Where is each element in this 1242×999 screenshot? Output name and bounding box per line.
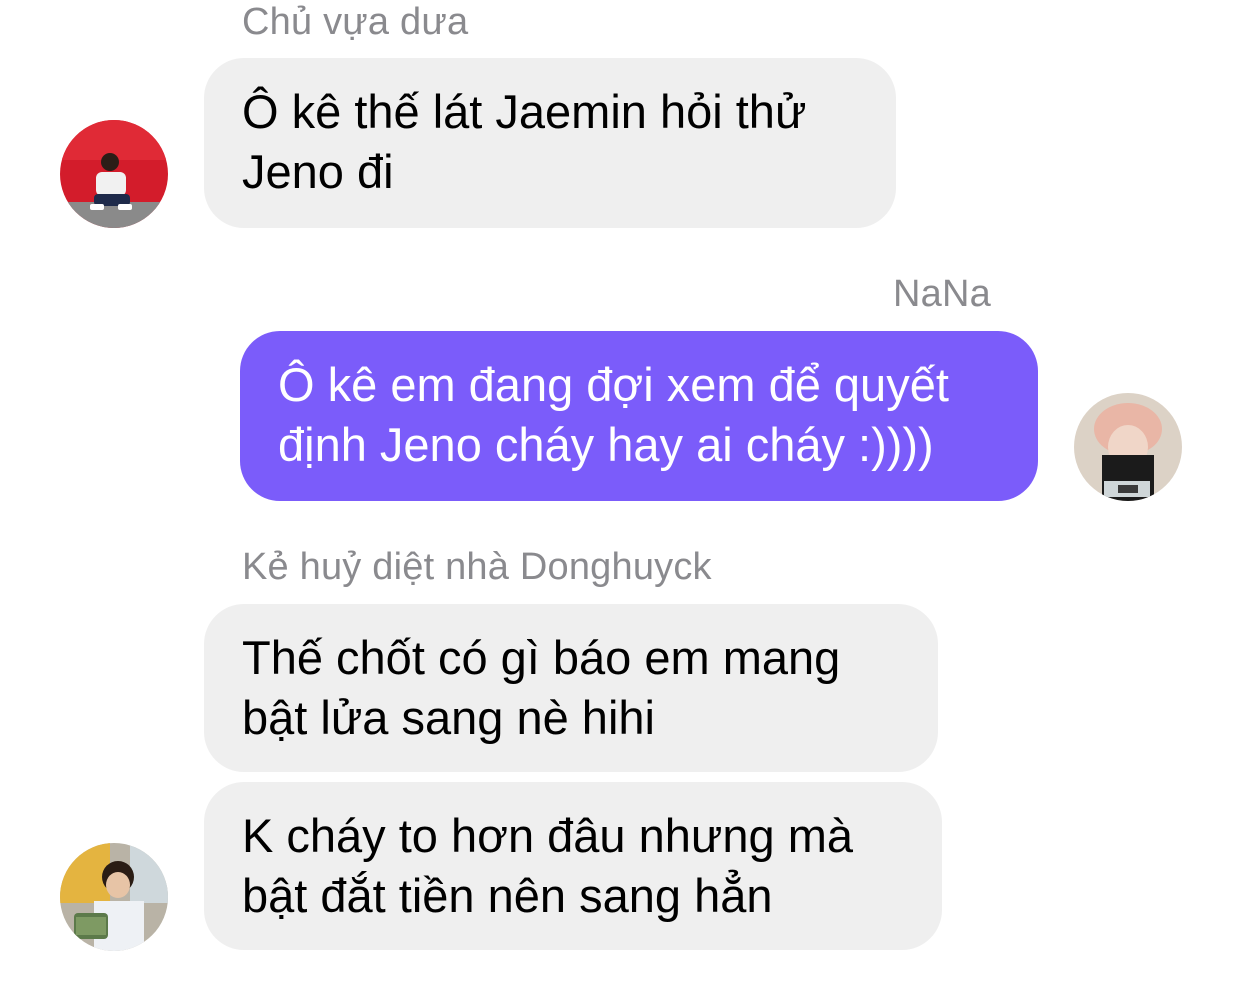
avatar[interactable] <box>1074 393 1182 501</box>
sender-name: Chủ vựa dưa <box>242 1 469 43</box>
avatar-photo-icon <box>60 843 168 951</box>
message-bubble-incoming[interactable]: Ô kê thế lát Jaemin hỏi thử Jeno đi <box>204 58 896 228</box>
message-bubble-incoming[interactable]: K cháy to hơn đâu nhưng mà bật đắt tiền … <box>204 782 942 950</box>
avatar[interactable] <box>60 843 168 951</box>
avatar[interactable] <box>60 120 168 228</box>
sender-name: Kẻ huỷ diệt nhà Donghuyck <box>242 546 712 588</box>
avatar-photo-icon <box>60 120 168 228</box>
message-bubble-outgoing[interactable]: Ô kê em đang đợi xem để quyết định Jeno … <box>240 331 1038 501</box>
avatar-photo-icon <box>1074 393 1182 501</box>
sender-name: NaNa <box>893 273 991 315</box>
message-bubble-incoming[interactable]: Thế chốt có gì báo em mang bật lửa sang … <box>204 604 938 772</box>
